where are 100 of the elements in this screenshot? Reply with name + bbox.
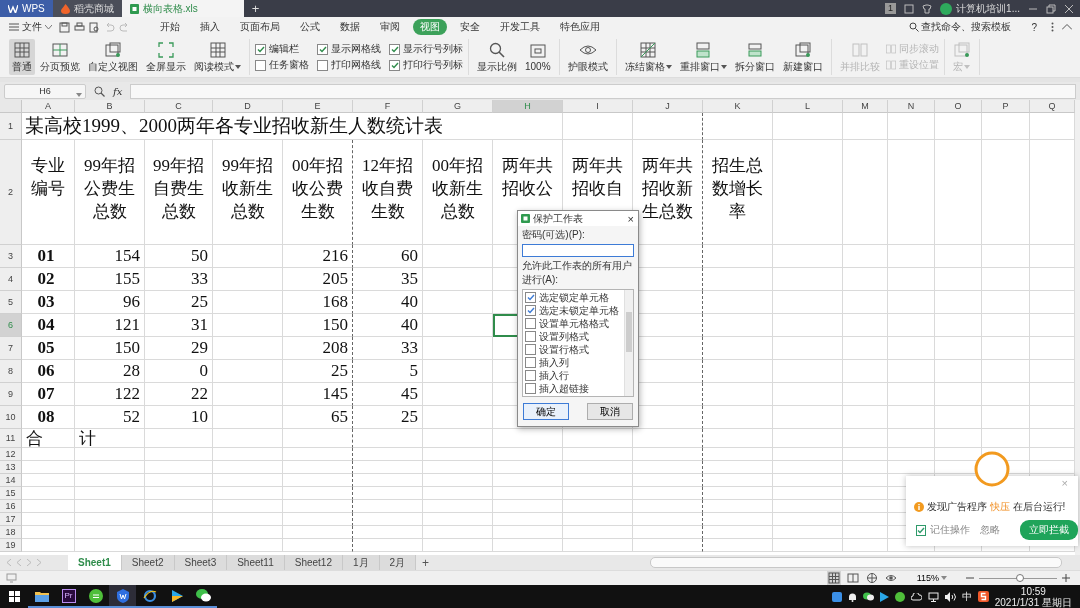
ribbon-button[interactable]: 阅读模式 [191,39,244,75]
row-header[interactable]: 5 [0,291,22,314]
checkbox[interactable] [916,524,926,536]
help-button[interactable]: ? [1025,20,1043,34]
ribbon-tab[interactable]: 开始 [153,19,187,35]
taskbar-app[interactable]: Pr [55,585,82,608]
sheet-tab[interactable]: Sheet11 [227,555,285,570]
new-tab-button[interactable]: + [243,0,268,17]
checkbox[interactable] [255,59,266,71]
vertical-scrollbar[interactable] [624,290,633,396]
ribbon-button[interactable]: 显示比例 [474,39,520,75]
clock[interactable]: 10:59 2021/1/31 星期日 [994,585,1072,608]
checkbox-label[interactable]: 插入列 [539,355,569,370]
checkbox-label[interactable]: 打印网格线 [331,58,381,72]
ribbon-tab[interactable]: 公式 [293,19,327,35]
column-header[interactable]: A [22,100,75,113]
column-header[interactable]: L [773,100,843,113]
add-sheet-button[interactable]: + [416,555,436,570]
ribbon-button[interactable]: 普通 [9,39,35,75]
column-header[interactable]: F [353,100,423,113]
input-method[interactable]: 中 [961,589,972,604]
checkbox-label[interactable]: 记住操作 [930,523,970,537]
sheet-tab[interactable]: Sheet1 [68,555,122,570]
row-header[interactable]: 8 [0,360,22,383]
row-header[interactable]: 1 [0,113,22,140]
ribbon-tab[interactable]: 插入 [193,19,227,35]
row-header[interactable]: 11 [0,429,22,448]
network-icon[interactable] [927,591,939,602]
zoom-in-icon[interactable] [1062,574,1070,582]
ribbon-tab[interactable]: 审阅 [373,19,407,35]
checkbox[interactable] [389,59,400,71]
checkbox-label[interactable]: 任务窗格 [269,58,309,72]
circle-icon[interactable] [894,591,905,602]
shirt-icon[interactable] [922,3,933,14]
ignore-link[interactable]: 忽略 [974,522,1006,538]
row-header[interactable]: 15 [0,487,22,500]
ribbon-tab[interactable]: 页面布局 [233,19,287,35]
row-header[interactable]: 12 [0,448,22,461]
row-header[interactable]: 18 [0,526,22,539]
ribbon-button[interactable]: 分页预览 [37,39,83,75]
row-header[interactable]: 2 [0,140,22,245]
sheet-tab[interactable]: Sheet3 [174,555,228,570]
checkbox-label[interactable]: 设置列格式 [539,329,589,344]
checkbox-label[interactable]: 设置单元格格式 [539,316,609,331]
slider-thumb[interactable] [1015,573,1024,582]
row-header[interactable]: 13 [0,461,22,474]
row-header[interactable]: 19 [0,539,22,552]
sheet-tab[interactable]: 2月 [379,555,417,570]
function-label[interactable]: fx [113,85,123,97]
checkbox-label[interactable]: 显示行号列标 [403,42,463,56]
ribbon-tab[interactable]: 开发工具 [493,19,547,35]
name-box[interactable]: H6 [4,83,86,99]
collapse-icon[interactable] [1062,24,1072,30]
row-header[interactable]: 9 [0,383,22,406]
checkbox[interactable] [525,370,536,381]
ribbon-button[interactable]: 护眼模式 [564,39,611,75]
ribbon-button[interactable]: 重排窗口 [676,39,730,75]
zoom-out-icon[interactable] [966,574,974,582]
checkbox-label[interactable]: 插入超链接 [539,381,589,396]
horizontal-scrollbar[interactable] [650,557,1062,568]
column-header[interactable]: M [843,100,888,113]
dialog-button[interactable]: 取消 [587,403,633,420]
column-header[interactable]: B [75,100,145,113]
row-header[interactable]: 17 [0,513,22,526]
more-icon[interactable] [1051,22,1054,32]
checkbox[interactable] [525,292,536,303]
ribbon-tab[interactable]: 特色应用 [553,19,607,35]
column-header[interactable]: E [283,100,353,113]
chat-icon[interactable] [862,592,874,601]
page-icon[interactable] [845,571,860,585]
ribbon-button[interactable]: 自定义视图 [85,39,141,75]
checkbox-label[interactable]: 打印行号列标 [403,58,463,72]
checkbox-label[interactable]: 设置行格式 [539,342,589,357]
row-header[interactable]: 16 [0,500,22,513]
cloud-icon[interactable] [910,592,922,601]
globe-icon[interactable] [864,571,879,585]
ribbon-tab[interactable]: 数据 [333,19,367,35]
document-tab[interactable]: 稻壳商城 [52,0,122,17]
document-icon[interactable] [904,3,915,14]
column-header[interactable]: J [633,100,703,113]
grid-icon[interactable] [826,571,841,585]
taskbar-app[interactable] [109,585,136,608]
column-header[interactable]: K [703,100,773,113]
command-search[interactable]: 查找命令、搜索模板 [903,19,1018,35]
checkbox[interactable] [255,43,266,55]
row-header[interactable]: 7 [0,337,22,360]
account-button[interactable]: 计算机培训1... [940,1,1020,16]
sheet-tab[interactable]: 1月 [343,555,380,570]
save-icon[interactable] [59,21,70,33]
row-header[interactable]: 10 [0,406,22,429]
checkbox[interactable] [525,344,536,355]
document-tab[interactable]: 横向表格.xls [121,0,244,17]
sheet-tab[interactable]: Sheet2 [121,555,175,570]
ribbon-button[interactable]: 100% [522,39,554,75]
checkbox[interactable] [525,383,536,394]
document-tab[interactable]: WPS [0,0,53,17]
zoom-icon[interactable] [94,85,105,97]
checkbox[interactable] [317,59,328,71]
column-header[interactable]: C [145,100,213,113]
formula-field[interactable] [130,83,1076,99]
